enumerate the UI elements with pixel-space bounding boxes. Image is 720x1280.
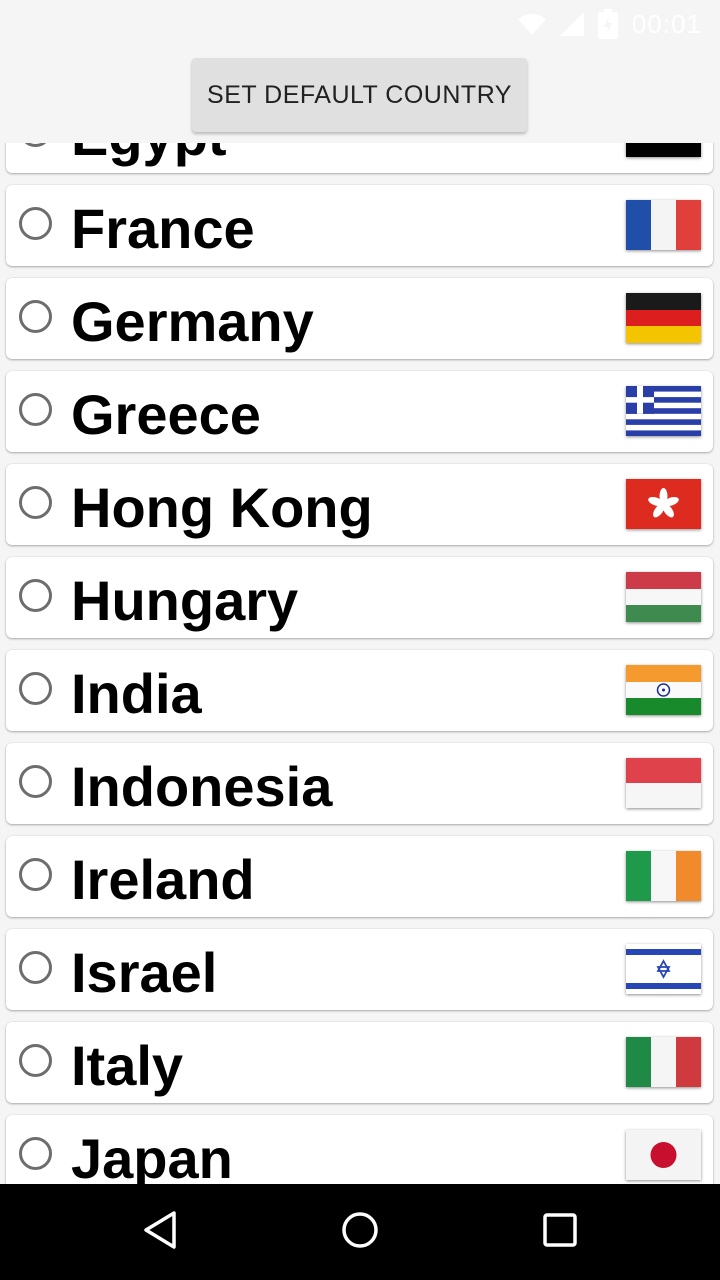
radio-button[interactable] — [19, 858, 52, 891]
home-icon — [340, 1210, 380, 1255]
radio-button[interactable] — [19, 672, 52, 705]
germany-flag-icon — [626, 293, 701, 343]
radio-button[interactable] — [19, 1044, 52, 1077]
country-name: France — [71, 197, 255, 260]
wifi-icon — [517, 13, 546, 35]
country-item-italy[interactable]: Italy — [6, 1022, 713, 1103]
country-name: Israel — [71, 941, 218, 1004]
country-name: Italy — [71, 1034, 184, 1097]
country-name: Greece — [71, 383, 261, 446]
italy-flag-icon — [626, 1037, 701, 1087]
country-item-israel[interactable]: Israel — [6, 929, 713, 1010]
country-item-france[interactable]: France — [6, 185, 713, 266]
set-default-country-button[interactable]: SET DEFAULT COUNTRY — [192, 58, 527, 132]
radio-button[interactable] — [19, 207, 52, 240]
country-name: India — [71, 662, 202, 725]
recents-icon — [542, 1212, 578, 1253]
country-item-ireland[interactable]: Ireland — [6, 836, 713, 917]
status-bar: 00:01 — [0, 0, 720, 48]
country-item-germany[interactable]: Germany — [6, 278, 713, 359]
indonesia-flag-icon — [626, 758, 701, 808]
status-icons: 00:01 — [517, 8, 702, 40]
country-name: Hungary — [71, 569, 299, 632]
signal-icon — [559, 12, 584, 36]
radio-button[interactable] — [19, 143, 52, 147]
country-name: Ireland — [71, 848, 255, 911]
radio-button[interactable] — [19, 486, 52, 519]
recents-button[interactable] — [520, 1202, 600, 1262]
country-name: Japan — [71, 1127, 233, 1184]
japan-flag-icon — [626, 1130, 701, 1180]
radio-button[interactable] — [19, 393, 52, 426]
radio-button[interactable] — [19, 765, 52, 798]
home-button[interactable] — [320, 1202, 400, 1262]
india-flag-icon — [626, 665, 701, 715]
greece-flag-icon — [626, 386, 701, 436]
back-button[interactable] — [120, 1202, 200, 1262]
navigation-bar — [0, 1184, 720, 1280]
radio-button[interactable] — [19, 300, 52, 333]
radio-button[interactable] — [19, 579, 52, 612]
country-item-japan[interactable]: Japan — [6, 1115, 713, 1184]
country-item-greece[interactable]: Greece — [6, 371, 713, 452]
radio-button[interactable] — [19, 951, 52, 984]
country-item-india[interactable]: India — [6, 650, 713, 731]
israel-flag-icon — [626, 944, 701, 994]
battery-icon — [597, 9, 618, 39]
country-list[interactable]: Egypt France Germany Greece — [0, 143, 720, 1184]
country-item-hungary[interactable]: Hungary — [6, 557, 713, 638]
header: SET DEFAULT COUNTRY — [0, 48, 720, 143]
country-item-egypt[interactable]: Egypt — [6, 143, 713, 173]
back-icon — [142, 1210, 178, 1255]
country-name: Germany — [71, 290, 314, 353]
country-item-indonesia[interactable]: Indonesia — [6, 743, 713, 824]
hong-kong-flag-icon — [626, 479, 701, 529]
hungary-flag-icon — [626, 572, 701, 622]
france-flag-icon — [626, 200, 701, 250]
ireland-flag-icon — [626, 851, 701, 901]
country-name: Egypt — [71, 143, 227, 168]
radio-button[interactable] — [19, 1137, 52, 1170]
egypt-flag-icon — [626, 143, 701, 157]
country-name: Indonesia — [71, 755, 333, 818]
country-name: Hong Kong — [71, 476, 373, 539]
status-time: 00:01 — [631, 8, 702, 39]
country-item-hong-kong[interactable]: Hong Kong — [6, 464, 713, 545]
